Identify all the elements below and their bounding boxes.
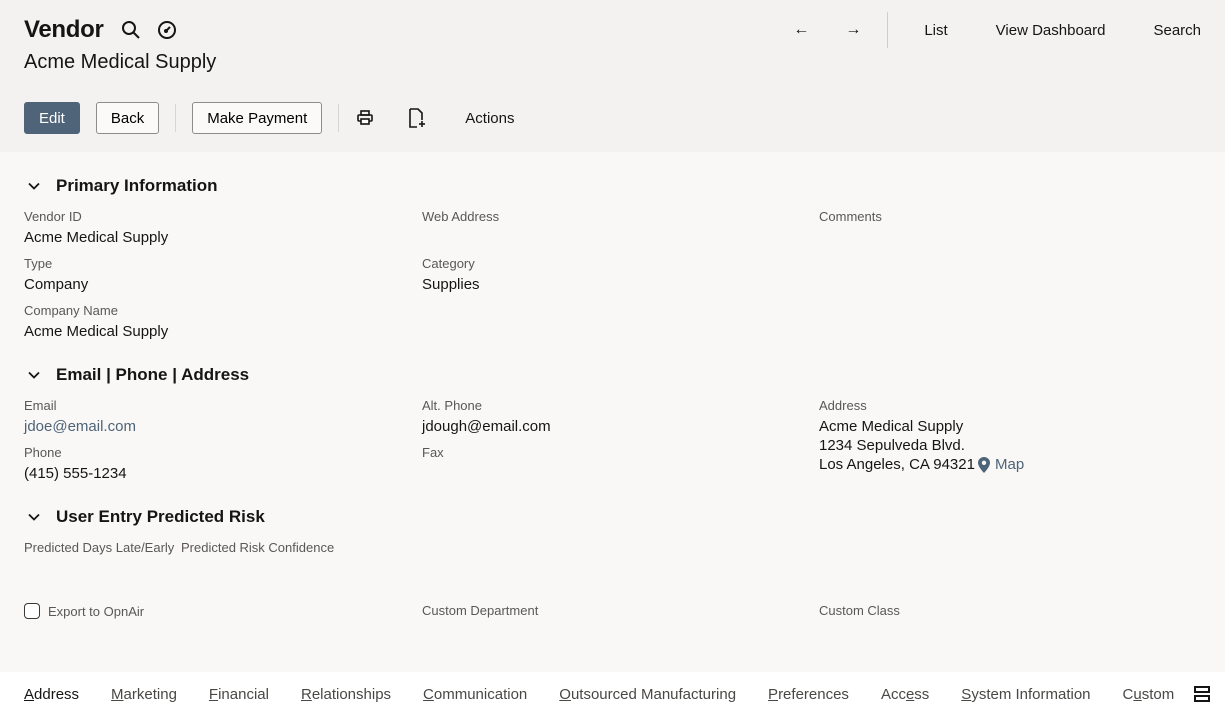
back-button[interactable]: Back xyxy=(95,102,160,134)
chevron-down-icon xyxy=(28,182,40,190)
tab-marketing[interactable]: Marketing xyxy=(111,686,177,703)
fax-label: Fax xyxy=(422,445,444,460)
action-toolbar: Edit Back Make Payment Actions xyxy=(24,102,514,134)
custom-class-label: Custom Class xyxy=(819,603,900,618)
map-link-label: Map xyxy=(995,456,1025,473)
record-name: Acme Medical Supply xyxy=(24,51,217,73)
address-line-2: 1234 Sepulveda Blvd. xyxy=(819,437,965,454)
nav-divider xyxy=(887,12,889,48)
page-header: Vendor Acme Medical Supply ← → List View… xyxy=(0,0,1225,152)
map-link[interactable]: Map xyxy=(978,456,1024,473)
tab-address[interactable]: Address xyxy=(24,686,79,703)
search-icon[interactable] xyxy=(121,20,141,40)
export-to-opnair-checkbox[interactable] xyxy=(24,603,40,619)
address-label: Address xyxy=(819,398,867,413)
list-link[interactable]: List xyxy=(900,22,971,39)
toolbar-divider xyxy=(175,104,177,132)
tab-financial[interactable]: Financial xyxy=(209,686,269,703)
top-nav: ← → List View Dashboard Search xyxy=(775,12,1225,48)
print-icon[interactable] xyxy=(355,108,375,128)
tab-system-information[interactable]: System Information xyxy=(961,686,1090,703)
vendor-id-value: Acme Medical Supply xyxy=(24,229,169,246)
company-name-value: Acme Medical Supply xyxy=(24,323,169,340)
tab-overflow-menu-icon[interactable] xyxy=(1193,685,1211,703)
section-title: Primary Information xyxy=(56,176,218,195)
phone-label: Phone xyxy=(24,445,62,460)
category-value: Supplies xyxy=(422,276,480,293)
tab-outsourced-manufacturing[interactable]: Outsourced Manufacturing xyxy=(559,686,736,703)
edit-button[interactable]: Edit xyxy=(24,102,80,134)
chevron-down-icon xyxy=(28,371,40,379)
map-pin-icon xyxy=(978,456,990,473)
comments-label: Comments xyxy=(819,209,882,224)
next-record-arrow-icon[interactable]: → xyxy=(827,21,879,39)
tab-preferences[interactable]: Preferences xyxy=(768,686,849,703)
alt-phone-label: Alt. Phone xyxy=(422,398,482,413)
tab-custom[interactable]: Custom xyxy=(1123,686,1175,703)
previous-record-arrow-icon[interactable]: ← xyxy=(775,21,827,39)
new-document-icon[interactable] xyxy=(407,108,427,128)
address-line-1: Acme Medical Supply xyxy=(819,418,964,435)
dashboard-gauge-icon[interactable] xyxy=(157,20,177,40)
record-type-title: Vendor xyxy=(24,16,104,43)
category-label: Category xyxy=(422,256,475,271)
search-link[interactable]: Search xyxy=(1129,22,1225,39)
email-link[interactable]: jdoe@email.com xyxy=(24,418,136,435)
section-title: Email | Phone | Address xyxy=(56,365,250,384)
tab-relationships[interactable]: Relationships xyxy=(301,686,391,703)
section-user-entry-predicted-risk[interactable]: User Entry Predicted Risk xyxy=(24,507,265,527)
tab-communication[interactable]: Communication xyxy=(423,686,527,703)
section-title: User Entry Predicted Risk xyxy=(56,507,265,526)
actions-menu[interactable]: Actions xyxy=(465,110,514,127)
make-payment-button[interactable]: Make Payment xyxy=(192,102,323,134)
alt-phone-value: jdough@email.com xyxy=(422,418,551,435)
tab-access[interactable]: Access xyxy=(881,686,929,703)
email-label: Email xyxy=(24,398,57,413)
section-primary-information[interactable]: Primary Information xyxy=(24,176,218,196)
view-dashboard-link[interactable]: View Dashboard xyxy=(972,22,1130,39)
subtab-bar: Address Marketing Financial Relationships Co… xyxy=(0,672,1225,716)
vendor-id-label: Vendor ID xyxy=(24,209,82,224)
company-name-label: Company Name xyxy=(24,303,118,318)
web-address-label: Web Address xyxy=(422,209,500,224)
toolbar-divider xyxy=(338,104,340,132)
type-value: Company xyxy=(24,276,89,293)
address-line-3: Los Angeles, CA 94321 xyxy=(819,456,975,473)
custom-department-label: Custom Department xyxy=(422,603,539,618)
predicted-days-label: Predicted Days Late/Early xyxy=(24,540,175,555)
phone-value: (415) 555-1234 xyxy=(24,465,127,482)
export-to-opnair-label: Export to OpnAir xyxy=(48,604,145,619)
predicted-risk-confidence-label: Predicted Risk Confidence xyxy=(181,540,335,555)
type-label: Type xyxy=(24,256,53,271)
section-email-phone-address[interactable]: Email | Phone | Address xyxy=(24,365,249,385)
chevron-down-icon xyxy=(28,513,40,521)
